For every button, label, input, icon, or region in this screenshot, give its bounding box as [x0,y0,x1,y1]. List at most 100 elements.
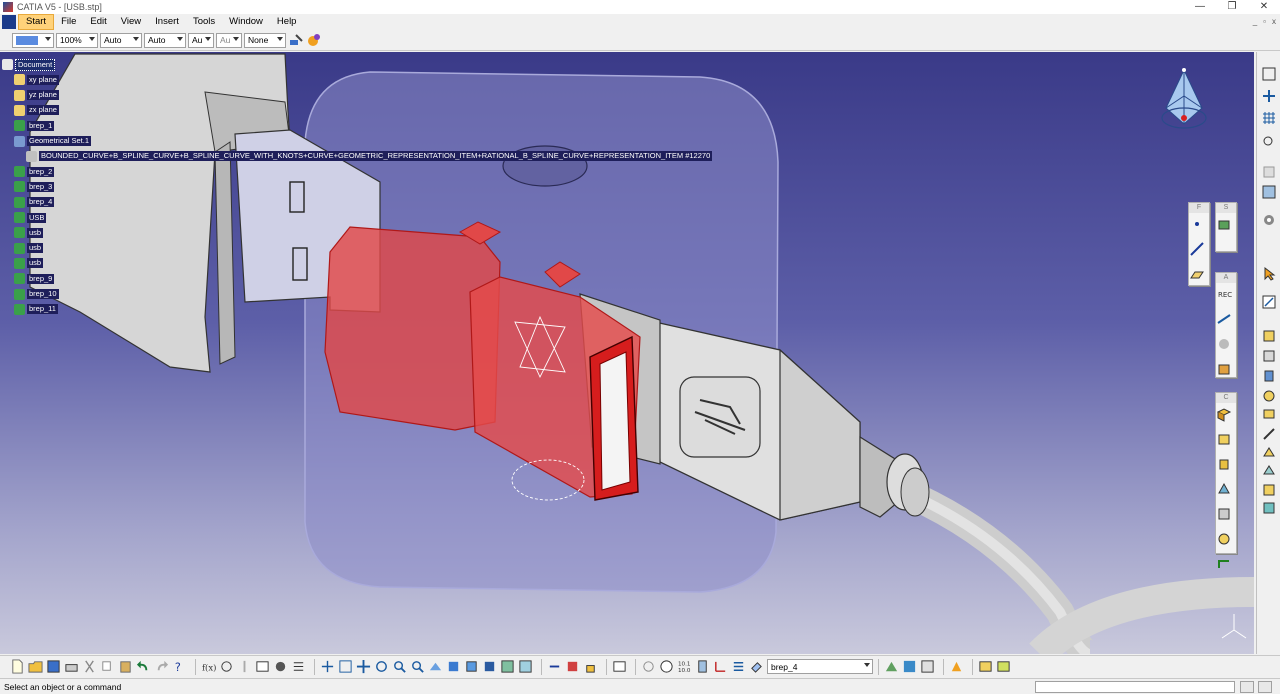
tree-node[interactable]: usb [14,257,44,270]
update-icon[interactable] [547,659,562,674]
tree-node[interactable]: xy plane [14,73,59,86]
menu-tools[interactable]: Tools [186,14,222,30]
command-history-button[interactable] [1240,681,1254,693]
material-library-icon[interactable] [902,659,917,674]
cube-icon[interactable] [1216,431,1232,447]
rendering-style-combo[interactable]: None [244,32,286,48]
line-thickness-combo[interactable]: Auto [100,32,142,48]
tree-node[interactable]: brep_4 [14,196,55,209]
stiffener-icon[interactable] [1261,462,1277,478]
rib-icon[interactable] [1261,426,1277,442]
list-icon[interactable] [731,659,746,674]
paste-icon[interactable] [118,659,133,674]
undo-icon[interactable] [136,659,151,674]
tree-node[interactable]: brep_2 [14,165,55,178]
whats-this-icon[interactable]: ? [172,659,187,674]
zoom-in-icon[interactable] [392,659,407,674]
iso-view-icon[interactable] [446,659,461,674]
fit-all-in-icon[interactable] [338,659,353,674]
doc-close-button[interactable]: x [1272,14,1276,30]
fillet-icon[interactable] [1216,556,1232,572]
toolbar-grip[interactable]: A [1216,273,1236,283]
toolbar-grip[interactable]: S [1216,203,1236,213]
restore-button[interactable]: ❐ [1216,0,1248,14]
ratio-icon[interactable]: 10.110.0 [677,659,692,674]
3d-viewport[interactable]: Document xy plane yz plane zx plane brep_1 Ge… [0,52,1254,654]
slot-icon[interactable] [1261,444,1277,460]
remove-loft-icon[interactable] [1261,500,1277,516]
sketcher-icon[interactable] [1261,294,1277,310]
sketch-solid-icon[interactable] [1216,216,1232,232]
settings-gear-icon[interactable] [1261,212,1277,228]
snap-icon[interactable] [996,659,1011,674]
scan-icon[interactable] [612,659,627,674]
layer-hint-combo[interactable]: Au [216,32,242,48]
multi-view-icon[interactable] [1261,184,1277,200]
select-arrow-icon[interactable] [1261,266,1277,282]
zoom-out-icon[interactable] [410,659,425,674]
circle-arrow-icon[interactable] [641,659,656,674]
parameters-icon[interactable] [695,659,710,674]
sphere-icon[interactable] [1216,531,1232,547]
print-icon[interactable] [64,659,79,674]
swap-space-icon[interactable] [518,659,533,674]
catalog-icon[interactable] [273,659,288,674]
fly-mode-icon[interactable] [320,659,335,674]
painter-icon[interactable] [288,32,304,48]
eraser-icon[interactable] [749,659,764,674]
manual-update-icon[interactable] [565,659,580,674]
smart-pick-icon[interactable] [978,659,993,674]
catia-logo-icon[interactable] [2,15,16,29]
tree-node[interactable]: USB [14,211,47,224]
command-input[interactable] [1035,681,1235,693]
menu-start[interactable]: Start [18,14,55,30]
redo-icon[interactable] [154,659,169,674]
pan-view-icon[interactable] [356,659,371,674]
tree-node[interactable]: usb [14,226,44,239]
plane-icon[interactable] [1189,266,1205,282]
current-body-select[interactable]: brep_4 [767,659,873,674]
grid-icon[interactable] [1261,110,1277,126]
doc-minimize-button[interactable]: _ [1253,14,1257,30]
tree-node[interactable]: brep_10 [14,288,59,301]
copy-icon[interactable] [100,659,115,674]
menu-insert[interactable]: Insert [148,14,186,30]
transparency-combo[interactable]: 100% [56,32,98,48]
menu-help[interactable]: Help [270,14,304,30]
render-icon[interactable] [884,659,899,674]
formula-icon[interactable]: f(x) [201,659,216,674]
tree-node[interactable]: brep_3 [14,180,55,193]
inertia-icon[interactable] [1216,336,1232,352]
menu-view[interactable]: View [114,14,148,30]
box-icon[interactable] [1216,406,1232,422]
tree-node[interactable]: brep_1 [14,119,55,132]
line-type-combo[interactable]: Auto [144,32,186,48]
pad-feature-icon[interactable] [1261,328,1277,344]
cable-loop[interactable] [1029,577,1254,654]
cube-view-icon[interactable] [464,659,479,674]
doc-restore-button[interactable]: ▫ [1263,14,1266,30]
zoom-area-icon[interactable] [1261,134,1277,150]
cut-icon[interactable] [82,659,97,674]
fill-color-combo[interactable] [12,32,54,48]
pan-icon[interactable] [1261,88,1277,104]
axis-icon[interactable] [713,659,728,674]
properties-icon[interactable] [306,32,322,48]
tree-node[interactable]: BOUNDED_CURVE+B_SPLINE_CURVE+B_SPLINE_CU… [26,150,713,163]
close-button[interactable]: ✕ [1248,0,1280,14]
save-icon[interactable] [46,659,61,674]
open-icon[interactable] [28,659,43,674]
table-icon[interactable] [255,659,270,674]
minimize-button[interactable]: — [1184,0,1216,14]
compass-icon[interactable] [1158,66,1210,136]
loft-icon[interactable] [1261,482,1277,498]
tree-node[interactable]: usb [14,242,44,255]
tree-node[interactable]: Document [2,58,56,71]
record-icon[interactable]: REC [1216,286,1232,302]
hole-icon[interactable] [1261,388,1277,404]
tree-node[interactable]: yz plane [14,89,59,102]
tree-node[interactable]: Geometrical Set.1 [14,135,92,148]
tree-node[interactable]: zx plane [14,104,59,117]
rotate-icon[interactable] [374,659,389,674]
hide-show-icon[interactable] [500,659,515,674]
